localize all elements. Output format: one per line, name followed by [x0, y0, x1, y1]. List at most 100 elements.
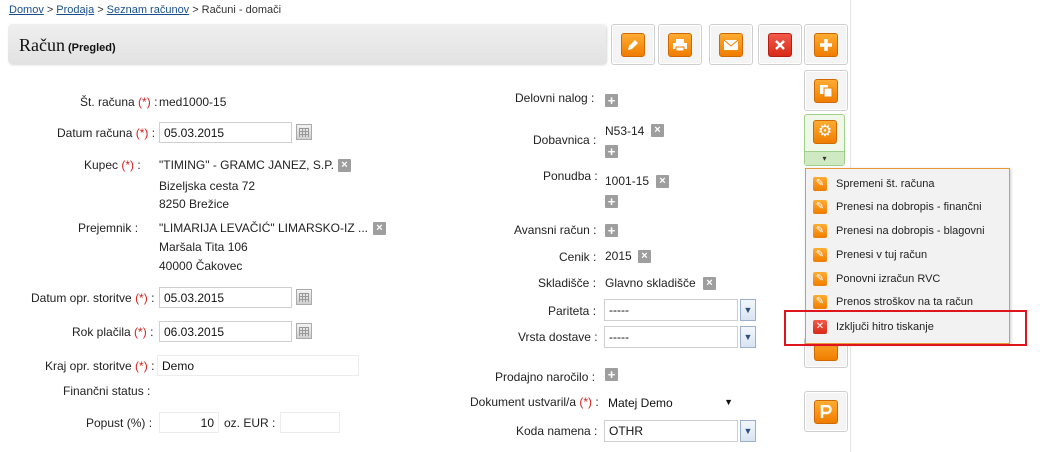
- recipient-address-line1: Maršala Tita 106: [159, 240, 248, 254]
- pencil-icon: ✎: [813, 200, 827, 214]
- remove-customer-button[interactable]: ×: [338, 159, 351, 172]
- discount-label: Popust (%) :: [86, 416, 153, 430]
- calendar-icon[interactable]: [296, 323, 312, 339]
- customer-address-line1: Bizeljska cesta 72: [159, 179, 256, 193]
- page-title-bar: Račun (Pregled): [8, 24, 606, 64]
- add-sales-order-button[interactable]: +: [605, 368, 618, 381]
- menu-item-recalc-rvc[interactable]: ✎ Ponovni izračun RVC: [806, 268, 1009, 291]
- price-list-label: Cenik :: [559, 250, 597, 264]
- purpose-code-label: Koda namena :: [516, 424, 598, 438]
- menu-item-credit-goods[interactable]: ✎ Prenesi na dobropis - blagovni: [806, 220, 1009, 243]
- print-button[interactable]: [658, 24, 702, 65]
- purpose-code-select[interactable]: OTHR: [604, 420, 738, 442]
- pencil-icon: ✎: [813, 272, 827, 286]
- pencil-icon: [621, 33, 645, 57]
- delivery-note-label: Dobavnica :: [533, 133, 597, 147]
- p-button[interactable]: [804, 391, 848, 432]
- discount-eur-input[interactable]: [280, 412, 340, 433]
- p-icon: [814, 400, 838, 424]
- menu-item-foreign-invoice[interactable]: ✎ Prenesi v tuj račun: [806, 244, 1009, 267]
- page-subtitle: (Pregled): [67, 42, 116, 54]
- copy-button[interactable]: [804, 70, 848, 111]
- document-author-value: Matej Demo: [608, 396, 673, 410]
- delivery-note-value: N53-14: [605, 124, 645, 138]
- plus-icon: [814, 33, 838, 57]
- breadcrumb-home[interactable]: Domov: [9, 4, 44, 16]
- breadcrumb-separator: >: [192, 4, 199, 16]
- discount-eur-label: oz. EUR :: [224, 416, 276, 430]
- add-delivery-note-button[interactable]: +: [605, 145, 618, 158]
- chevron-down-icon[interactable]: ▼: [740, 299, 756, 321]
- highlight-box: [784, 310, 1027, 346]
- mail-icon: [719, 33, 743, 57]
- remove-price-list-button[interactable]: ×: [638, 250, 651, 263]
- discount-percent-input[interactable]: 10: [159, 412, 219, 433]
- add-advance-invoice-button[interactable]: +: [605, 224, 618, 237]
- menu-item-label: Prenesi v tuj račun: [836, 249, 928, 261]
- breadcrumb-prodaja[interactable]: Prodaja: [56, 4, 94, 16]
- add-offer-button[interactable]: +: [605, 195, 618, 208]
- service-place-label: Kraj opr. storitve (*) :: [45, 359, 155, 373]
- remove-offer-button[interactable]: ×: [656, 175, 669, 188]
- gear-icon: ⚙: [813, 120, 837, 144]
- service-date-label: Datum opr. storitve (*) :: [31, 291, 155, 305]
- parity-select[interactable]: -----: [604, 299, 738, 321]
- breadcrumb-separator: >: [46, 4, 54, 16]
- payment-due-input[interactable]: 06.03.2015: [159, 321, 292, 342]
- recipient-label: Prejemnik :: [78, 221, 139, 235]
- financial-status-label: Finančni status :: [63, 384, 151, 398]
- pencil-icon: ✎: [813, 248, 827, 262]
- pencil-icon: ✎: [813, 295, 827, 309]
- print-icon: [668, 33, 692, 57]
- chevron-down-icon: ▼: [724, 397, 733, 407]
- breadcrumb-current: Računi - domači: [201, 4, 282, 16]
- invoice-date-input[interactable]: 05.03.2015: [159, 122, 292, 143]
- copy-icon: [814, 79, 838, 103]
- warehouse-value: Glavno skladišče: [605, 276, 696, 290]
- add-button[interactable]: [804, 24, 848, 65]
- menu-item-label: Prenos stroškov na ta račun: [836, 296, 973, 308]
- add-work-order-button[interactable]: +: [605, 94, 618, 107]
- chevron-down-icon[interactable]: ▾: [805, 151, 844, 165]
- service-place-input[interactable]: Demo: [157, 355, 359, 376]
- menu-item-label: Ponovni izračun RVC: [836, 273, 941, 285]
- menu-item-label: Spremeni št. računa: [836, 178, 935, 190]
- price-list-value: 2015: [605, 249, 632, 263]
- document-author-label: Dokument ustvaril/a (*) :: [470, 395, 599, 409]
- invoice-date-label: Datum računa (*) :: [57, 126, 156, 140]
- email-button[interactable]: [709, 24, 753, 65]
- chevron-down-icon[interactable]: ▼: [740, 420, 756, 442]
- calendar-icon[interactable]: [296, 124, 312, 140]
- recipient-name: "LIMARIJA LEVAČIĆ" LIMARSKO-IZ ...: [159, 221, 369, 235]
- menu-item-credit-financial[interactable]: ✎ Prenesi na dobropis - finančni: [806, 196, 1009, 219]
- actions-menu-button[interactable]: ⚙ ▾: [804, 114, 845, 166]
- remove-warehouse-button[interactable]: ×: [703, 277, 716, 290]
- remove-delivery-note-button[interactable]: ×: [651, 124, 664, 137]
- advance-invoice-label: Avansni račun :: [514, 223, 597, 237]
- customer-label: Kupec (*) :: [84, 158, 141, 172]
- breadcrumb-separator: >: [97, 4, 104, 16]
- menu-item-change-number[interactable]: ✎ Spremeni št. računa: [806, 173, 1009, 196]
- payment-due-label: Rok plačila (*) :: [72, 325, 154, 339]
- edit-button[interactable]: [611, 24, 655, 65]
- invoice-number-label: Št. računa (*) :: [80, 95, 158, 109]
- delivery-type-select[interactable]: -----: [604, 326, 738, 348]
- page-title: Račun (Pregled): [19, 35, 116, 56]
- menu-item-label: Prenesi na dobropis - blagovni: [836, 225, 985, 237]
- work-order-label: Delovni nalog :: [515, 91, 595, 105]
- calendar-icon[interactable]: [296, 289, 312, 305]
- remove-recipient-button[interactable]: ×: [373, 222, 386, 235]
- pencil-icon: ✎: [813, 224, 827, 238]
- sales-order-label: Prodajno naročilo :: [495, 370, 596, 384]
- document-author-select[interactable]: Matej Demo ▼: [604, 393, 737, 415]
- delete-button[interactable]: [758, 24, 802, 65]
- breadcrumb-seznam[interactable]: Seznam računov: [107, 4, 190, 16]
- customer-address-line2: 8250 Brežice: [159, 197, 230, 211]
- warehouse-label: Skladišče :: [538, 276, 597, 290]
- chevron-down-icon[interactable]: ▼: [740, 326, 756, 348]
- parity-label: Pariteta :: [548, 304, 597, 318]
- page-title-text: Račun: [19, 35, 65, 55]
- offer-label: Ponudba :: [543, 169, 598, 183]
- service-date-input[interactable]: 05.03.2015: [159, 287, 292, 308]
- delivery-type-label: Vrsta dostave :: [518, 330, 598, 344]
